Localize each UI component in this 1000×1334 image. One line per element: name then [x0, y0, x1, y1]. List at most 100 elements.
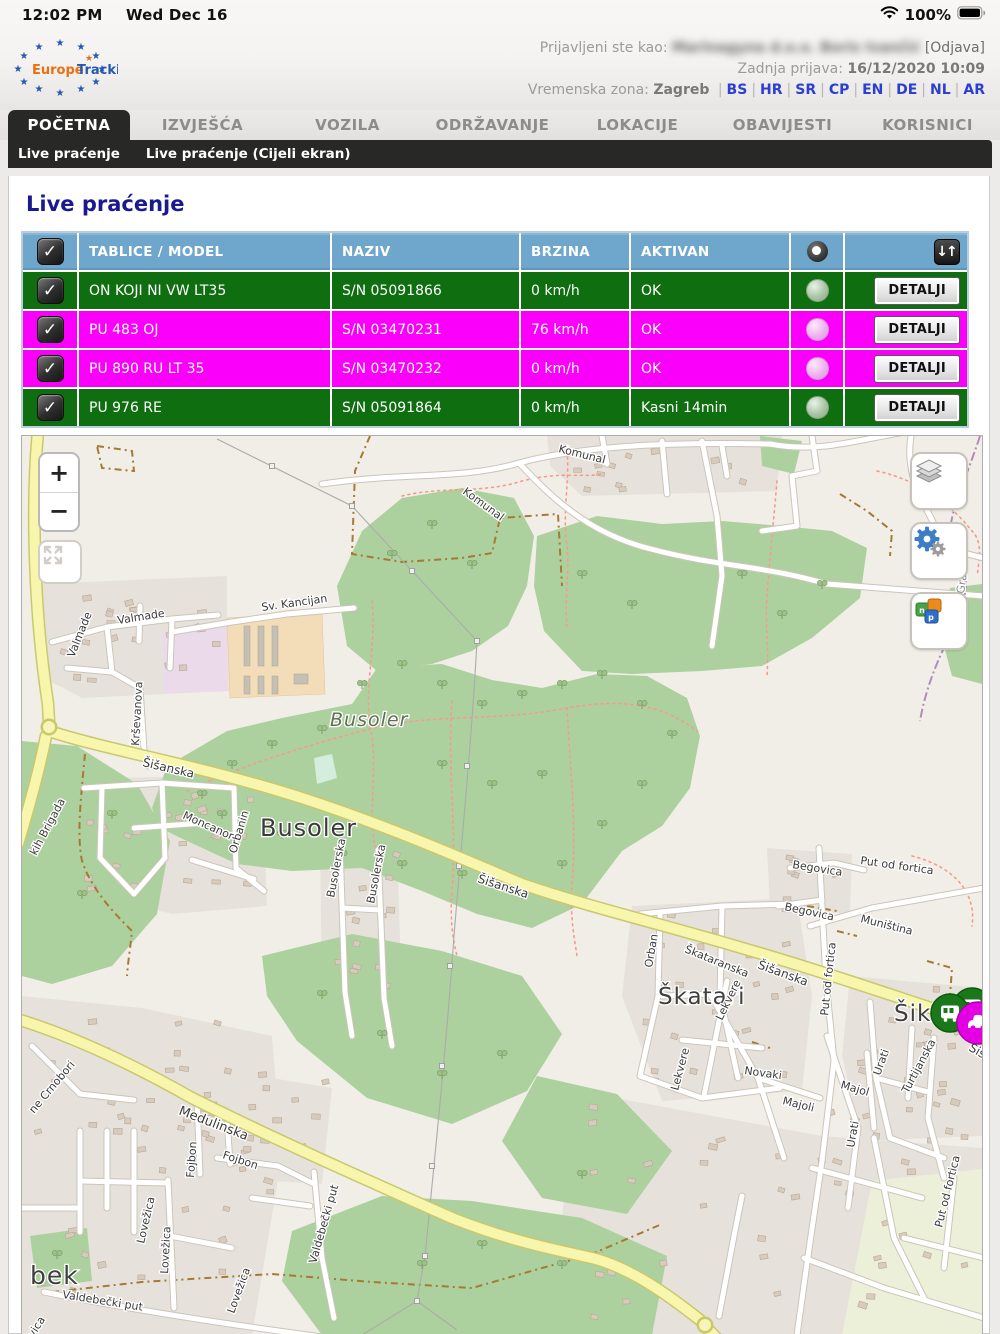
- last-login-label: Zadnja prijava:: [737, 61, 843, 77]
- select-all-cell[interactable]: ✓: [23, 233, 77, 270]
- tab-korisnici[interactable]: KORISNICI: [855, 116, 1000, 140]
- cell-status[interactable]: [791, 272, 843, 309]
- language-link-de[interactable]: DE: [896, 82, 917, 98]
- timezone-language-line: Vremenska zona: Zagreb | BS | HR | SR | CP | EN | D…: [527, 82, 985, 98]
- tab-pocetna[interactable]: POČETNA: [8, 110, 130, 140]
- cell-plate: ON KOJI NI VW LT35: [79, 272, 330, 309]
- battery-percent: 100%: [904, 5, 951, 24]
- gear-icon: [914, 526, 946, 557]
- svg-text:★: ★: [56, 38, 65, 49]
- sort-icon: ↓↑: [934, 238, 960, 265]
- cell-plate: PU 890 RU LT 35: [79, 350, 330, 387]
- fullscreen-button[interactable]: [38, 540, 82, 584]
- tab-lokacije[interactable]: LOKACIJE: [565, 116, 710, 140]
- zoom-in-button[interactable]: +: [40, 454, 78, 493]
- login-prefix: Prijavljeni ste kao:: [539, 40, 668, 56]
- language-link-cp[interactable]: CP: [829, 82, 850, 98]
- layers-icon: [915, 459, 943, 483]
- details-button[interactable]: DETALJI: [874, 393, 960, 422]
- svg-text:n: n: [919, 606, 925, 615]
- row-checkbox: ✓: [36, 355, 64, 382]
- status-circle-icon: [805, 318, 829, 341]
- layers-button[interactable]: [910, 452, 968, 510]
- row-checkbox: ✓: [36, 394, 64, 421]
- cell-name: S/N 03470231: [332, 311, 519, 348]
- check-icon: ✓: [42, 397, 58, 418]
- svg-text:★: ★: [20, 77, 29, 88]
- poi-cubes-button[interactable]: n p: [910, 592, 968, 650]
- language-link-sr[interactable]: SR: [795, 82, 816, 98]
- cell-name: S/N 03470232: [332, 350, 519, 387]
- row-checkbox-cell[interactable]: ✓: [23, 389, 77, 426]
- col-header-plate[interactable]: TABLICE / MODEL: [79, 233, 330, 270]
- language-link-hr[interactable]: HR: [760, 82, 783, 98]
- europetracking-logo[interactable]: ★★★ ★★★ ★★★ ★★★ ★ Europe Tracking: [8, 34, 139, 99]
- col-header-name[interactable]: NAZIV: [332, 233, 519, 270]
- language-link-ar[interactable]: AR: [963, 82, 985, 98]
- cell-status[interactable]: [791, 350, 843, 387]
- svg-text:★: ★: [35, 42, 44, 53]
- svg-text:★: ★: [77, 42, 86, 53]
- cell-active: OK: [631, 311, 789, 348]
- page-gap: [0, 168, 1000, 176]
- main-nav: POČETNA IZVJEŠĆA VOZILA ODRŽAVANJE LOKAC…: [0, 110, 1000, 140]
- timezone-label: Vremenska zona:: [527, 82, 649, 98]
- row-checkbox-cell[interactable]: ✓: [23, 272, 77, 309]
- content-panel: Live praćenje ✓ TABLICE / MODEL NAZIV BR…: [8, 176, 990, 1334]
- map-zoom-control: + −: [38, 452, 80, 532]
- map-label: Busoler: [260, 814, 357, 842]
- login-line: Prijavljeni ste kao: Marinagyna d.o.o. B…: [528, 38, 985, 59]
- svg-text:★: ★: [56, 88, 65, 98]
- tab-obavijesti[interactable]: OBAVIJESTI: [710, 116, 855, 140]
- cell-details: DETALJI: [845, 350, 967, 387]
- map-label: bek: [30, 1261, 79, 1290]
- cell-speed: 76 km/h: [521, 311, 629, 348]
- status-circle-icon: [805, 396, 829, 419]
- cell-active: OK: [631, 272, 789, 309]
- cell-details: DETALJI: [845, 311, 967, 348]
- col-header-speed[interactable]: BRZINA: [521, 233, 629, 270]
- svg-text:p: p: [928, 613, 934, 622]
- logout-link[interactable]: [Odjava]: [925, 40, 985, 56]
- settings-button[interactable]: [910, 522, 968, 580]
- col-header-radio[interactable]: [791, 233, 843, 270]
- tab-vozila[interactable]: VOZILA: [275, 116, 420, 140]
- status-circle-icon: [805, 279, 829, 302]
- cell-details: DETALJI: [845, 272, 967, 309]
- tab-odrzavanje[interactable]: ODRŽAVANJE: [420, 116, 565, 140]
- details-button[interactable]: DETALJI: [874, 315, 960, 344]
- check-icon: ✓: [42, 280, 58, 301]
- col-header-sort[interactable]: ↓↑: [845, 233, 967, 270]
- live-map[interactable]: Komunal Komunal Valmade Valmade Krševanova Sv…: [21, 435, 983, 1334]
- login-name-blurred: Marinagyna d.o.o. Boris Ivančić: [672, 40, 921, 56]
- sub-nav: Live praćenje Live praćenje (Cijeli ekra…: [8, 140, 992, 168]
- cell-status[interactable]: [791, 311, 843, 348]
- subnav-live-pracenje-fullscreen[interactable]: Live praćenje (Cijeli ekran): [146, 146, 351, 162]
- cell-speed: 0 km/h: [521, 350, 629, 387]
- language-link-nl[interactable]: NL: [930, 82, 951, 98]
- row-checkbox-cell[interactable]: ✓: [23, 350, 77, 387]
- fullscreen-icon: [43, 545, 63, 565]
- header: 12:02 PM Wed Dec 16 100% ★ ★ ★ ★ ★ ★ ★ ★…: [0, 0, 1000, 110]
- row-checkbox: ✓: [36, 277, 64, 304]
- svg-text:★: ★: [14, 64, 23, 75]
- cell-status[interactable]: [791, 389, 843, 426]
- row-checkbox: ✓: [36, 316, 64, 343]
- details-button[interactable]: DETALJI: [874, 354, 960, 383]
- svg-text:★: ★: [20, 51, 29, 62]
- row-checkbox-cell[interactable]: ✓: [23, 311, 77, 348]
- wifi-icon: [880, 5, 899, 24]
- language-link-bs[interactable]: BS: [727, 82, 748, 98]
- language-link-en[interactable]: EN: [862, 82, 883, 98]
- tab-izvjesca[interactable]: IZVJEŠĆA: [130, 116, 275, 140]
- check-icon: ✓: [42, 241, 58, 262]
- ios-status-bar: 12:02 PM Wed Dec 16 100%: [0, 0, 1000, 30]
- status-date: Wed Dec 16: [125, 6, 228, 24]
- last-login-line: Zadnja prijava: 16/12/2020 10:09: [528, 59, 985, 80]
- col-header-active[interactable]: AKTIVAN: [631, 233, 789, 270]
- check-icon: ✓: [42, 319, 58, 340]
- zoom-out-button[interactable]: −: [40, 493, 78, 531]
- svg-text:★: ★: [35, 84, 44, 95]
- details-button[interactable]: DETALJI: [874, 276, 960, 305]
- subnav-live-pracenje[interactable]: Live praćenje: [18, 146, 120, 162]
